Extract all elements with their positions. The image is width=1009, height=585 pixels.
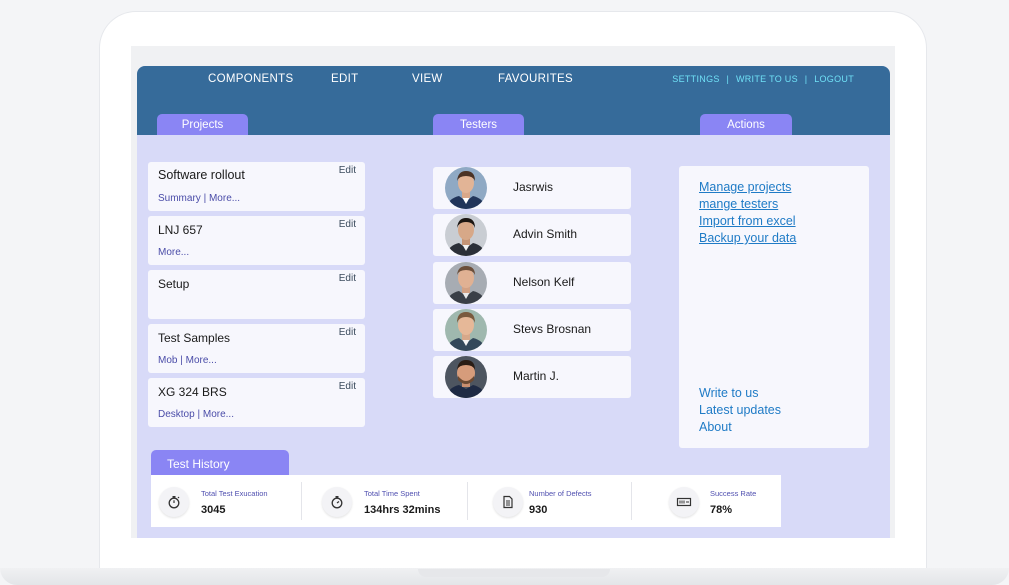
stat-success-rate: Success Rate 78% <box>669 475 779 527</box>
stat-total-executions: Total Test Exucation 3045 <box>159 475 299 527</box>
project-title: Test Samples <box>158 331 231 345</box>
stat-label: Number of Defects <box>529 489 592 498</box>
nav-view[interactable]: VIEW <box>412 73 443 85</box>
project-title: LNJ 657 <box>158 223 203 237</box>
tester-avatar <box>445 214 487 256</box>
about-link[interactable]: About <box>699 420 732 434</box>
mob-link[interactable]: Mob <box>158 355 177 366</box>
tester-name: Jasrwis <box>513 180 554 194</box>
tester-name: Stevs Brosnan <box>513 322 592 336</box>
settings-link[interactable]: SETTINGS <box>672 74 719 84</box>
actions-panel: Manage projects mange testers Import fro… <box>679 166 869 448</box>
tester-name: Martin J. <box>513 369 560 383</box>
project-links: More... <box>158 247 189 258</box>
edit-project-link[interactable]: Edit <box>339 219 356 230</box>
nav-favourites[interactable]: FAVOURITES <box>498 73 573 85</box>
project-card[interactable]: XG 324 BRS Edit Desktop | More... <box>148 378 365 427</box>
backup-data-link[interactable]: Backup your data <box>699 231 796 245</box>
tester-card[interactable]: Martin J. <box>433 356 631 398</box>
tester-name: Advin Smith <box>513 227 578 241</box>
edit-project-link[interactable]: Edit <box>339 273 356 284</box>
ticket-icon <box>669 487 699 517</box>
timer-icon <box>322 487 352 517</box>
tester-card[interactable]: Advin Smith <box>433 214 631 256</box>
write-to-us-link[interactable]: WRITE TO US <box>736 74 798 84</box>
stat-total-time: Total Time Spent 134hrs 32mins <box>322 475 472 527</box>
summary-link[interactable]: Summary <box>158 193 201 204</box>
more-link[interactable]: More... <box>186 355 217 366</box>
utility-links: SETTINGS | WRITE TO US | LOGOUT <box>672 74 854 84</box>
tab-projects[interactable]: Projects <box>157 114 248 135</box>
more-link[interactable]: More... <box>209 193 240 204</box>
tester-avatar <box>445 262 487 304</box>
edit-project-link[interactable]: Edit <box>339 327 356 338</box>
stat-value: 78% <box>710 504 733 516</box>
separator: | <box>203 193 207 204</box>
edit-project-link[interactable]: Edit <box>339 381 356 392</box>
more-link[interactable]: More... <box>203 409 234 420</box>
tester-avatar <box>445 309 487 351</box>
tester-avatar <box>445 167 487 209</box>
laptop-notch <box>418 569 610 577</box>
import-excel-link[interactable]: Import from excel <box>699 214 796 228</box>
more-link[interactable]: More... <box>158 247 189 258</box>
tab-actions[interactable]: Actions <box>700 114 792 135</box>
separator: | <box>197 409 201 420</box>
tab-testers[interactable]: Testers <box>433 114 524 135</box>
project-links: Summary | More... <box>158 193 240 204</box>
latest-updates-link[interactable]: Latest updates <box>699 403 781 417</box>
project-links: Desktop | More... <box>158 409 234 420</box>
laptop-screen: COMPONENTS EDIT VIEW FAVOURITES SETTINGS… <box>131 46 895 538</box>
tester-card[interactable]: Jasrwis <box>433 167 631 209</box>
stat-label: Total Time Spent <box>364 489 420 498</box>
project-title: Setup <box>158 277 190 291</box>
tester-avatar <box>445 356 487 398</box>
divider <box>631 482 632 520</box>
stat-label: Total Test Exucation <box>201 489 268 498</box>
project-card[interactable]: Software rollout Edit Summary | More... <box>148 162 365 211</box>
separator: | <box>804 74 808 84</box>
tester-card[interactable]: Nelson Kelf <box>433 262 631 304</box>
project-links: Mob | More... <box>158 355 217 366</box>
top-navigation-bar: COMPONENTS EDIT VIEW FAVOURITES SETTINGS… <box>137 66 890 135</box>
stat-value: 930 <box>529 504 548 516</box>
divider <box>301 482 302 520</box>
edit-project-link[interactable]: Edit <box>339 165 356 176</box>
project-card[interactable]: LNJ 657 Edit More... <box>148 216 365 265</box>
separator: | <box>180 355 183 366</box>
write-to-us-footer-link[interactable]: Write to us <box>699 386 759 400</box>
stat-label: Success Rate <box>710 489 757 498</box>
project-card[interactable]: Test Samples Edit Mob | More... <box>148 324 365 373</box>
stat-defects: Number of Defects 930 <box>493 475 633 527</box>
document-icon <box>493 487 523 517</box>
project-title: Software rollout <box>158 168 245 182</box>
stopwatch-icon <box>159 487 189 517</box>
project-title: XG 324 BRS <box>158 385 227 399</box>
nav-components[interactable]: COMPONENTS <box>208 73 293 85</box>
logout-link[interactable]: LOGOUT <box>814 74 854 84</box>
stat-value: 134hrs 32mins <box>364 504 441 516</box>
desktop-link[interactable]: Desktop <box>158 409 195 420</box>
test-history-stats: Total Test Exucation 3045 Total Time Spe… <box>151 475 781 527</box>
tab-test-history[interactable]: Test History <box>151 450 289 475</box>
separator: | <box>726 74 730 84</box>
stat-value: 3045 <box>201 504 226 516</box>
nav-edit[interactable]: EDIT <box>331 73 358 85</box>
manage-projects-link[interactable]: Manage projects <box>699 180 791 194</box>
tester-card[interactable]: Stevs Brosnan <box>433 309 631 351</box>
divider <box>467 482 468 520</box>
project-card[interactable]: Setup Edit <box>148 270 365 319</box>
tester-name: Nelson Kelf <box>513 275 575 289</box>
manage-testers-link[interactable]: mange testers <box>699 197 778 211</box>
app-window: COMPONENTS EDIT VIEW FAVOURITES SETTINGS… <box>137 66 890 538</box>
